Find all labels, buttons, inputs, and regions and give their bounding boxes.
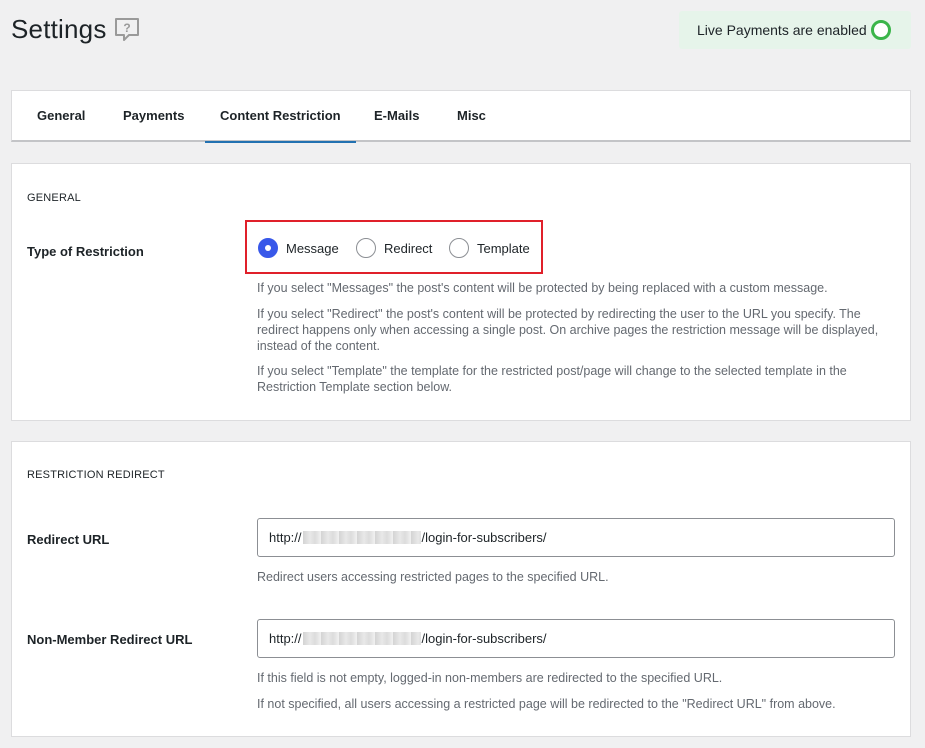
section-title-general: GENERAL [27, 192, 81, 204]
non-member-redirect-url-label: Non-Member Redirect URL [27, 632, 193, 647]
page-header: Settings ? Live Payments are enabled [0, 0, 925, 62]
restriction-redirect-panel: RESTRICTION REDIRECT Redirect URL http:/… [11, 441, 911, 737]
type-of-restriction-label: Type of Restriction [27, 244, 144, 259]
non-member-url-prefix: http:// [269, 631, 302, 646]
restriction-type-radio-group: Message Redirect Template [245, 220, 543, 274]
radio-message-dot[interactable] [258, 238, 278, 258]
settings-tabs: General Payments Content Restriction E-M… [11, 90, 911, 143]
radio-message[interactable]: Message [258, 238, 339, 258]
redacted-domain [302, 531, 421, 544]
live-payments-badge: Live Payments are enabled [679, 11, 911, 49]
non-member-description-1: If this field is not empty, logged-in no… [257, 671, 723, 685]
radio-template[interactable]: Template [449, 238, 530, 258]
general-panel: GENERAL Type of Restriction Message Redi… [11, 163, 911, 421]
non-member-redirect-url-input[interactable]: http:// /login-for-subscribers/ [257, 619, 895, 658]
radio-template-label[interactable]: Template [477, 241, 530, 256]
radio-redirect-label[interactable]: Redirect [384, 241, 432, 256]
section-title-restriction-redirect: RESTRICTION REDIRECT [27, 469, 165, 481]
redirect-url-prefix: http:// [269, 530, 302, 545]
radio-message-label[interactable]: Message [286, 241, 339, 256]
tab-general[interactable]: General [22, 91, 100, 141]
live-payments-text: Live Payments are enabled [697, 22, 867, 38]
redirect-url-label: Redirect URL [27, 532, 110, 547]
non-member-url-suffix: /login-for-subscribers/ [421, 631, 547, 646]
tab-payments[interactable]: Payments [108, 91, 199, 141]
description-redirect: If you select "Redirect" the post's cont… [257, 307, 879, 353]
radio-redirect[interactable]: Redirect [356, 238, 432, 258]
non-member-description-2: If not specified, all users accessing a … [257, 697, 836, 711]
status-circle-icon [871, 20, 891, 40]
page-title: Settings [11, 14, 107, 44]
tab-e-mails[interactable]: E-Mails [359, 91, 435, 141]
redirect-url-suffix: /login-for-subscribers/ [421, 530, 547, 545]
tab-content-restriction[interactable]: Content Restriction [205, 91, 356, 143]
redacted-domain [302, 632, 421, 645]
radio-redirect-dot[interactable] [356, 238, 376, 258]
svg-text:?: ? [123, 21, 130, 35]
tab-misc[interactable]: Misc [442, 91, 501, 141]
redirect-url-input[interactable]: http:// /login-for-subscribers/ [257, 518, 895, 557]
description-message: If you select "Messages" the post's cont… [257, 281, 828, 295]
redirect-url-description: Redirect users accessing restricted page… [257, 570, 609, 584]
radio-template-dot[interactable] [449, 238, 469, 258]
question-mark-speech-icon[interactable]: ? [113, 16, 141, 44]
description-template: If you select "Template" the template fo… [257, 364, 847, 394]
